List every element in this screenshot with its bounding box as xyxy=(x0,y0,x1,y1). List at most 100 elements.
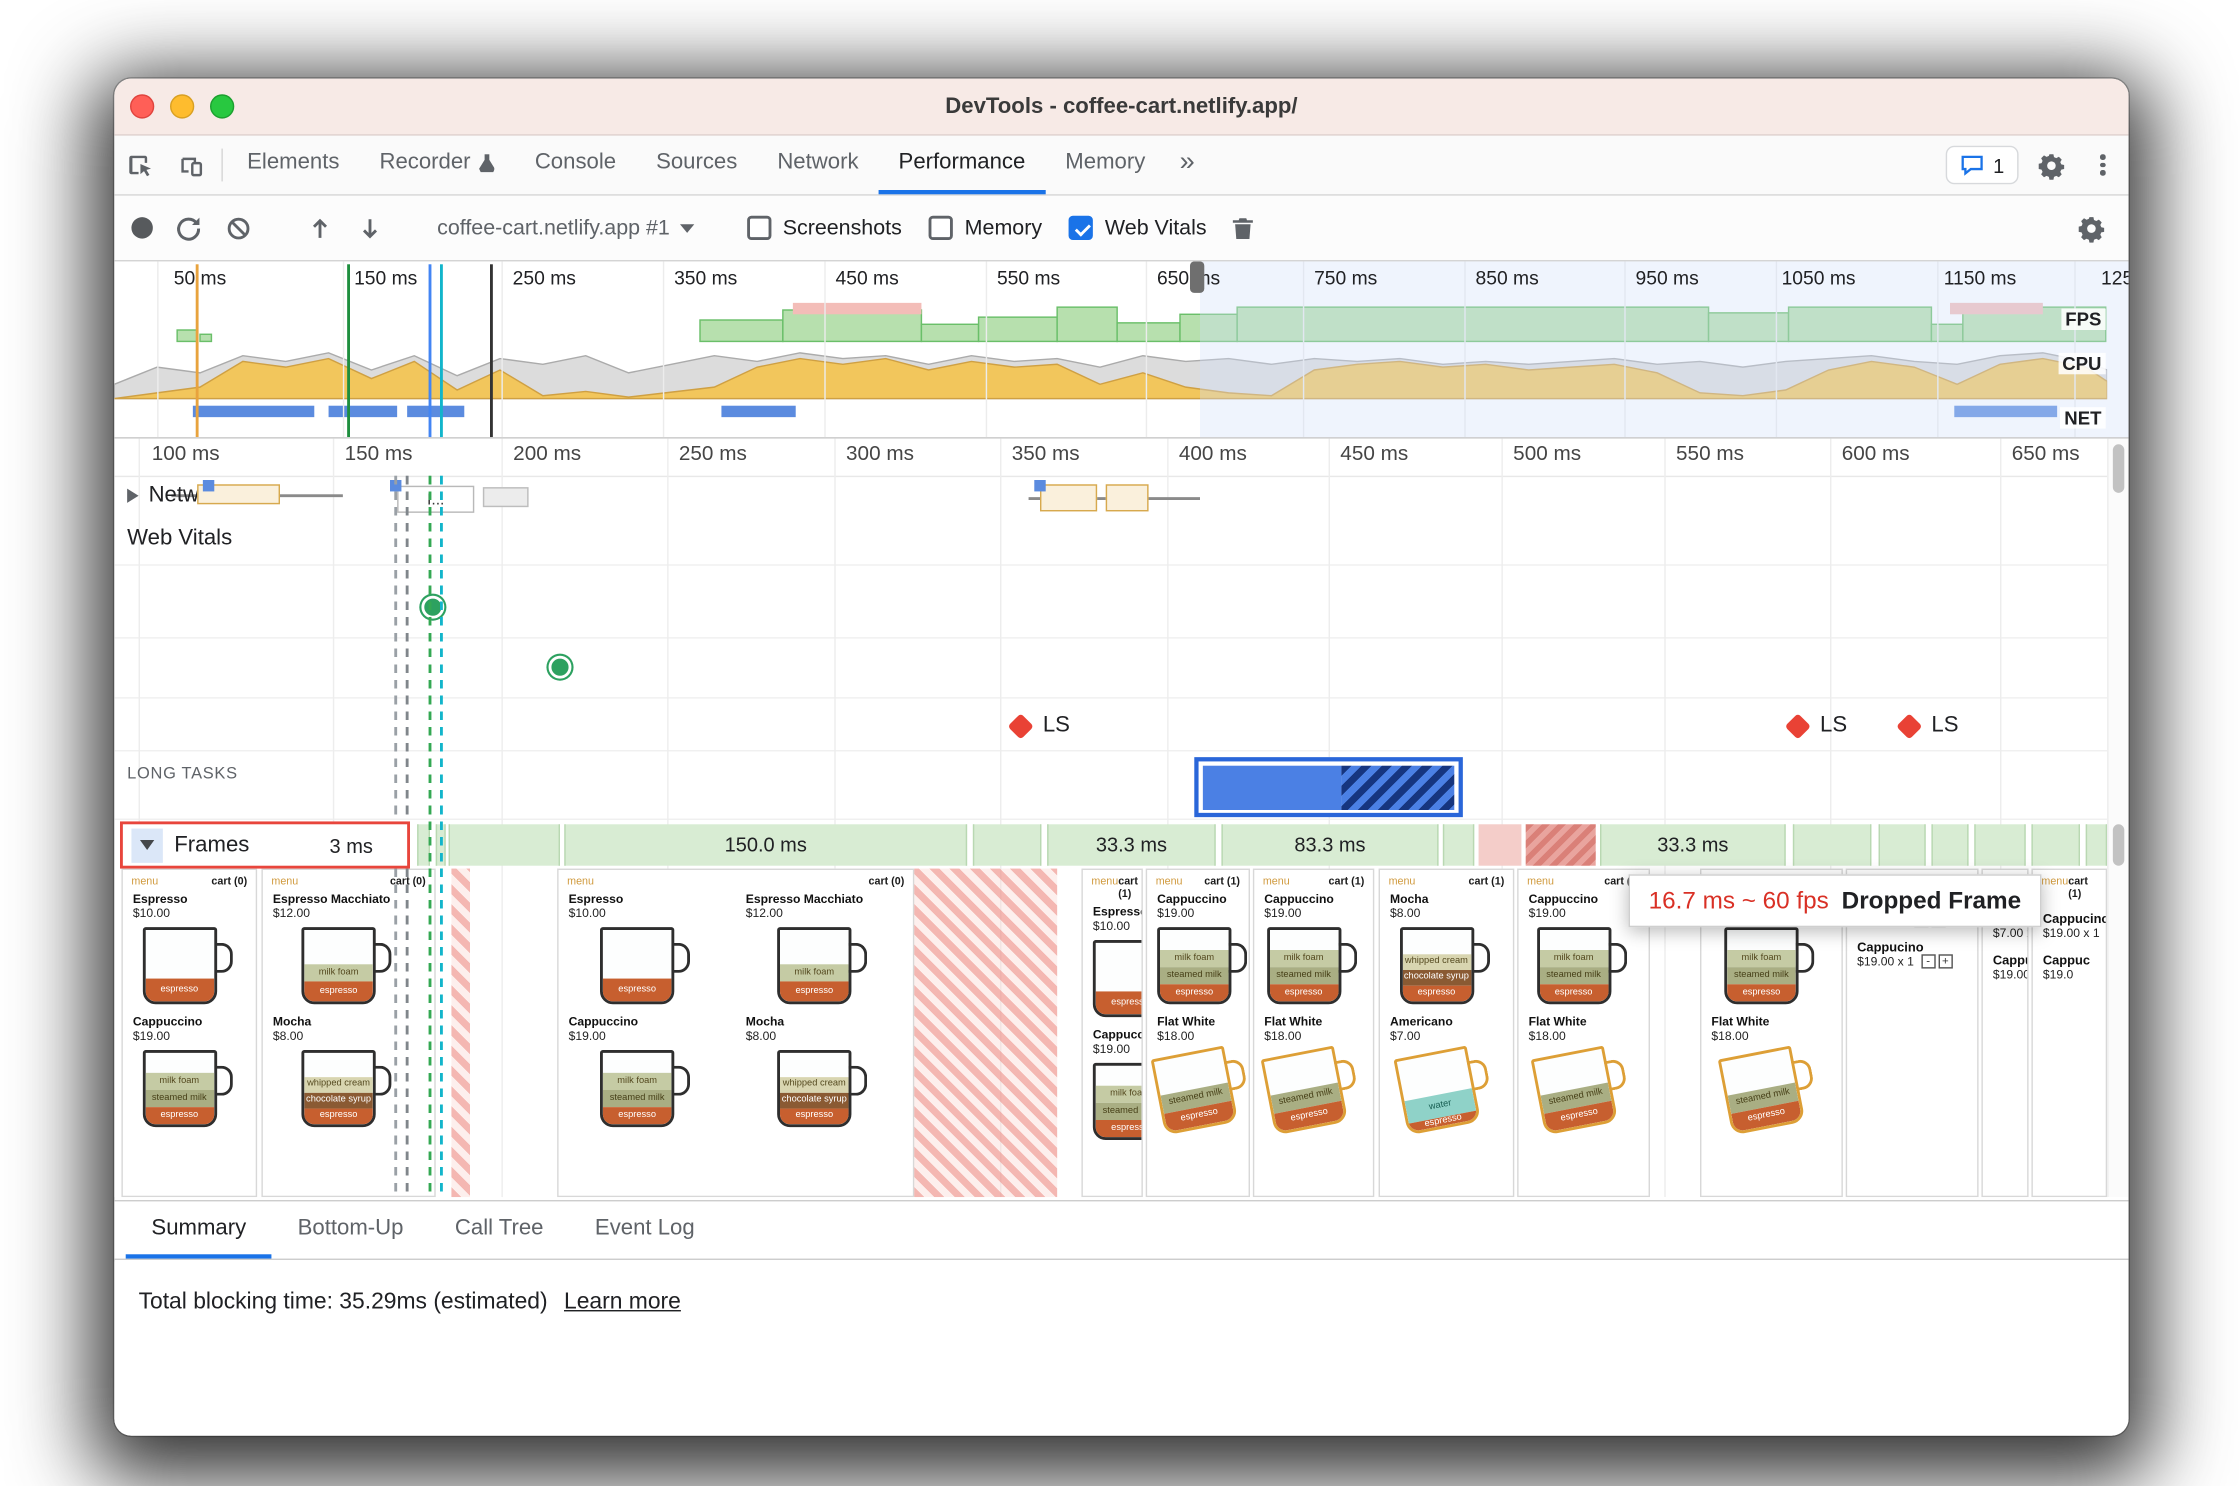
frame-segment[interactable] xyxy=(972,824,1042,866)
checkbox-screenshots[interactable]: Screenshots xyxy=(746,215,902,240)
overview-marker-line xyxy=(428,264,432,438)
tab-sources[interactable]: Sources xyxy=(636,136,757,195)
screenshot-header: menu cart (0) xyxy=(263,870,434,889)
inspect-element-button[interactable] xyxy=(114,136,165,195)
cup-body: steamed milk espresso xyxy=(1529,1045,1618,1136)
layout-shift-marker[interactable] xyxy=(1896,713,1923,740)
ruler-time-label: 350 ms xyxy=(1011,442,1080,466)
delete-recording-button[interactable] xyxy=(1228,214,1257,243)
performance-toolbar: coffee-cart.netlify.app #1 Screenshots Me… xyxy=(114,195,2129,262)
frame-segment[interactable] xyxy=(1478,824,1522,866)
overview-marker-line xyxy=(439,264,443,438)
kebab-menu-icon xyxy=(2100,152,2106,178)
checkbox-memory[interactable]: Memory xyxy=(928,215,1042,240)
tab-network[interactable]: Network xyxy=(757,136,878,195)
filmstrip-screenshot[interactable]: menucart (1)Cappuccino$19.00milk foamste… xyxy=(1252,868,1375,1198)
devtools-settings-button[interactable] xyxy=(2026,136,2077,195)
messages-button[interactable]: 1 xyxy=(1946,145,2019,185)
scrollbar-thumb[interactable] xyxy=(2112,824,2125,866)
overview-time-label: 150 ms xyxy=(354,267,418,289)
network-request-bar[interactable]: I... xyxy=(397,485,475,513)
checkbox-web-vitals[interactable]: Web Vitals xyxy=(1069,215,1207,240)
bottom-tab-event-log[interactable]: Event Log xyxy=(569,1201,720,1258)
frame-segment[interactable] xyxy=(448,824,560,866)
vertical-scrollbar[interactable] xyxy=(2107,438,2129,1198)
load-profile-button[interactable] xyxy=(306,214,335,243)
overview-time-label: 50 ms xyxy=(173,267,227,289)
decrement-button[interactable]: - xyxy=(1921,954,1936,969)
web-vitals-track-label[interactable]: Web Vitals xyxy=(127,526,232,552)
cup-layer: milk foam xyxy=(1095,1085,1142,1103)
frame-segment[interactable] xyxy=(1442,824,1475,866)
bottom-tab-summary[interactable]: Summary xyxy=(125,1201,272,1259)
checkbox-box[interactable] xyxy=(928,215,954,240)
filmstrip-screenshot[interactable]: menucart (1)Cappucino$19.00 x 1-+Cappuc$… xyxy=(2031,868,2108,1198)
frame-segment[interactable] xyxy=(2031,824,2080,866)
window-title: DevTools - coffee-cart.netlify.app/ xyxy=(945,93,1298,118)
filmstrip-screenshot[interactable]: menu cart (0) Espresso Macchiato $12.00 milk… xyxy=(261,868,436,1198)
cup-layer: espresso xyxy=(1727,984,1796,1002)
save-profile-button[interactable] xyxy=(356,214,385,243)
tab-memory[interactable]: Memory xyxy=(1045,136,1165,195)
ruler-time-label: 450 ms xyxy=(1340,442,1409,466)
product-name: Espresso xyxy=(1092,904,1143,919)
statusbar: Total blocking time: 35.29ms (estimated)… xyxy=(114,1261,2129,1436)
network-disclosure-icon[interactable] xyxy=(127,488,139,503)
product-item: Mocha $8.00 whipped cream chocolate syrup es… xyxy=(263,1011,434,1134)
frame-segment[interactable] xyxy=(1878,824,1926,866)
product-name: Cappuccino xyxy=(1157,891,1227,906)
frame-segment[interactable] xyxy=(2085,824,2108,866)
bottom-tab-bottom-up[interactable]: Bottom-Up xyxy=(272,1201,429,1258)
layout-shift-marker[interactable] xyxy=(1007,713,1034,740)
web-vitals-marker[interactable] xyxy=(548,655,572,679)
scrollbar-thumb[interactable] xyxy=(2112,444,2125,493)
filmstrip-screenshot[interactable]: menucart (1)Cappuccino$19.00milk foamste… xyxy=(1145,868,1250,1198)
tab-console[interactable]: Console xyxy=(515,136,636,195)
frames-track-header[interactable]: Frames 3 ms xyxy=(119,821,410,869)
bottom-tab-call-tree[interactable]: Call Tree xyxy=(429,1201,569,1258)
frame-segment[interactable] xyxy=(1792,824,1872,866)
clear-button[interactable] xyxy=(224,214,253,243)
frame-segment[interactable] xyxy=(1931,824,1969,866)
learn-more-link[interactable]: Learn more xyxy=(564,1290,681,1314)
profile-select[interactable]: coffee-cart.netlify.app #1 xyxy=(437,216,695,240)
product-name: Mocha xyxy=(745,1014,785,1029)
coffee-cup: milk foamsteamed milkespresso xyxy=(599,1049,694,1128)
filmstrip-screenshot[interactable]: menu cart (0) Espresso $10.00 espresso Cappuc… xyxy=(121,868,258,1198)
overview-drag-handle[interactable] xyxy=(1189,261,1205,293)
timeline-tracks[interactable]: Network Web Vitals LONG TASKS Frames 3 m… xyxy=(114,438,2129,1198)
record-button[interactable] xyxy=(131,217,153,239)
increment-button[interactable]: + xyxy=(1938,954,1953,969)
checkbox-box[interactable] xyxy=(1069,215,1094,240)
device-toolbar-button[interactable] xyxy=(166,136,217,195)
cup-handle xyxy=(848,1065,868,1096)
kebab-menu-button[interactable] xyxy=(2077,136,2128,195)
cup-handle xyxy=(1228,942,1248,973)
tab-elements[interactable]: Elements xyxy=(227,136,359,195)
frame-duration-label: 33.3 ms xyxy=(1095,832,1168,856)
cup-body: steamed milk espresso xyxy=(1717,1045,1806,1136)
tab-recorder[interactable]: Recorder xyxy=(359,136,514,195)
frame-segment[interactable] xyxy=(1525,824,1596,866)
tab-performance[interactable]: Performance xyxy=(878,136,1046,195)
cup-layer: milk foam xyxy=(304,964,373,982)
coffee-cup: espresso xyxy=(1092,939,1142,1018)
filmstrip-screenshot[interactable]: menu cart (1) Mocha $8.00 whipped cream choco… xyxy=(1378,868,1515,1198)
more-tabs-chevron[interactable]: » xyxy=(1165,136,1209,195)
cup-layer: espresso xyxy=(304,981,373,1002)
layout-shift-marker[interactable] xyxy=(1784,713,1811,740)
network-request-bar[interactable] xyxy=(1039,484,1098,512)
timeline-overview[interactable]: 50 ms 150 ms 250 ms 350 ms 450 ms 550 ms 650 m… xyxy=(114,261,2129,439)
filmstrip-screenshot[interactable]: menu cart (0) Espresso $10.00 espresso Espres… xyxy=(557,868,915,1198)
frame-segment[interactable] xyxy=(1974,824,2026,866)
product-price: $18.00 xyxy=(1264,1028,1302,1043)
checkbox-box[interactable] xyxy=(746,215,772,240)
reload-record-button[interactable] xyxy=(174,214,203,243)
filmstrip-screenshot[interactable]: menucart (1)Espresso$10.00espressoCappuc… xyxy=(1081,868,1143,1198)
frames-disclosure-chip[interactable] xyxy=(131,827,163,863)
long-task-solid xyxy=(1202,764,1342,810)
network-request-bar[interactable] xyxy=(482,487,529,508)
long-task-bar[interactable] xyxy=(1194,757,1463,818)
network-request-bar[interactable] xyxy=(1105,484,1149,512)
capture-settings-button[interactable] xyxy=(2077,214,2106,243)
